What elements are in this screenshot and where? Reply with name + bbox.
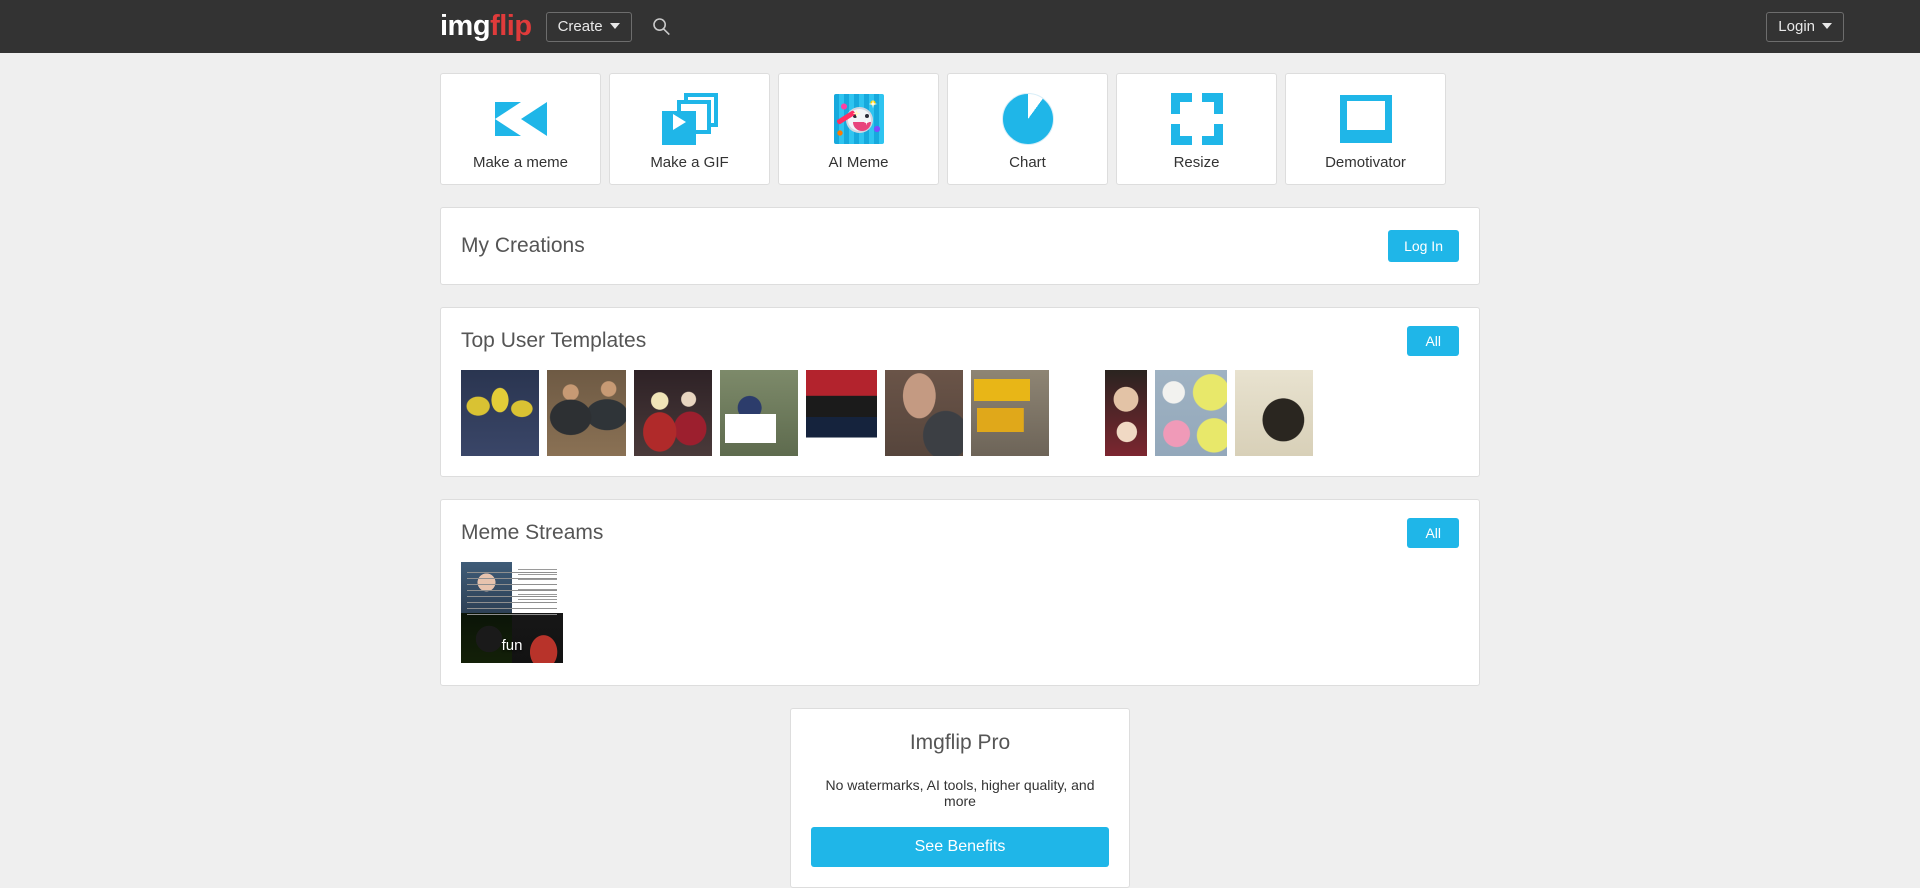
search-icon[interactable] — [652, 17, 671, 36]
top-user-templates-panel: Top User Templates All — [440, 307, 1480, 477]
tool-card-label: Make a meme — [472, 153, 569, 171]
pinwheel-icon — [494, 88, 548, 150]
create-menu-button[interactable]: Create — [545, 11, 632, 42]
login-button-label: Login — [1778, 17, 1815, 35]
ai-sparkle-smiley-icon — [833, 88, 884, 150]
tool-card-row: Make a meme Make a GIF AI Meme Chart Res… — [440, 73, 1480, 185]
template-thumbnail-bus-and-train[interactable] — [971, 370, 1049, 456]
pro-card-title: Imgflip Pro — [909, 731, 1011, 754]
tool-card-label: AI Meme — [828, 153, 889, 171]
top-user-templates-header: Top User Templates All — [441, 308, 1479, 370]
view-all-streams-button[interactable]: All — [1407, 518, 1459, 548]
template-thumbnail-change-my-mind[interactable] — [720, 370, 798, 456]
template-thumbnail-running-away-balloon[interactable] — [1155, 370, 1227, 456]
tool-card-label: Make a GIF — [650, 153, 729, 171]
create-button-label: Create — [557, 17, 603, 35]
site-header: imgflip Create Login — [0, 0, 1920, 53]
gif-stack-play-icon — [661, 88, 718, 150]
section-title: Top User Templates — [461, 329, 647, 352]
imgflip-logo[interactable]: imgflip — [440, 12, 532, 41]
tool-card-resize[interactable]: Resize — [1116, 73, 1277, 185]
tool-card-demotivator[interactable]: Demotivator — [1285, 73, 1446, 185]
stream-collage-cell — [461, 612, 512, 663]
page-title: My Creations — [461, 234, 585, 257]
tool-card-label: Chart — [1009, 153, 1046, 171]
template-thumbnail-zoolander-crowd[interactable] — [634, 370, 712, 456]
logo-text-flip: flip — [490, 10, 532, 42]
my-creations-header: My Creations Log In — [441, 208, 1479, 284]
my-creations-panel: My Creations Log In — [440, 207, 1480, 285]
tool-card-label: Resize — [1173, 153, 1220, 171]
template-thumbnail-oprah-panels[interactable] — [806, 370, 877, 456]
header-inner: imgflip Create Login — [440, 0, 1844, 53]
template-thumbnail-vince-mcmahon[interactable] — [1105, 370, 1147, 456]
pro-card-subtitle: No watermarks, AI tools, higher quality,… — [825, 777, 1095, 809]
logo-text-img: img — [440, 10, 491, 42]
stream-tile-fun[interactable]: fun — [461, 562, 563, 663]
template-thumbnail-gru-with-gun[interactable] — [885, 370, 963, 456]
chevron-down-icon — [609, 23, 620, 29]
meme-stream-list: fun — [441, 562, 1479, 685]
template-thumbnail-pawn-stars[interactable] — [547, 370, 626, 456]
section-title: Meme Streams — [461, 521, 604, 544]
imgflip-pro-card: Imgflip Pro No watermarks, AI tools, hig… — [790, 708, 1130, 888]
template-thumbnail-unloaded-thumbnail — [1057, 370, 1097, 456]
page-content: Make a meme Make a GIF AI Meme Chart Res… — [440, 53, 1480, 888]
stream-collage-cell — [467, 572, 563, 663]
meme-streams-header: Meme Streams All — [441, 500, 1479, 562]
pro-column: Imgflip Pro No watermarks, AI tools, hig… — [790, 708, 1130, 888]
pie-chart-icon — [1001, 88, 1054, 150]
template-thumbnail-three-headed-dragon[interactable] — [461, 370, 539, 456]
template-thumbnail-roll-safe[interactable] — [1235, 370, 1313, 456]
see-benefits-button[interactable]: See Benefits — [811, 827, 1109, 867]
log-in-button[interactable]: Log In — [1388, 230, 1459, 262]
tool-card-ai-meme[interactable]: AI Meme — [778, 73, 939, 185]
meme-streams-panel: Meme Streams All fun — [440, 499, 1480, 686]
login-menu-button[interactable]: Login — [1766, 11, 1844, 42]
chevron-down-icon — [1822, 23, 1832, 29]
tool-card-make-a-meme[interactable]: Make a meme — [440, 73, 601, 185]
view-all-templates-button[interactable]: All — [1407, 326, 1459, 356]
template-thumbnail-list — [441, 370, 1479, 476]
tool-card-label: Demotivator — [1325, 153, 1406, 171]
tool-card-chart[interactable]: Chart — [947, 73, 1108, 185]
framed-picture-icon — [1339, 88, 1392, 150]
tool-card-make-a-gif[interactable]: Make a GIF — [609, 73, 770, 185]
resize-corners-icon — [1170, 88, 1223, 150]
